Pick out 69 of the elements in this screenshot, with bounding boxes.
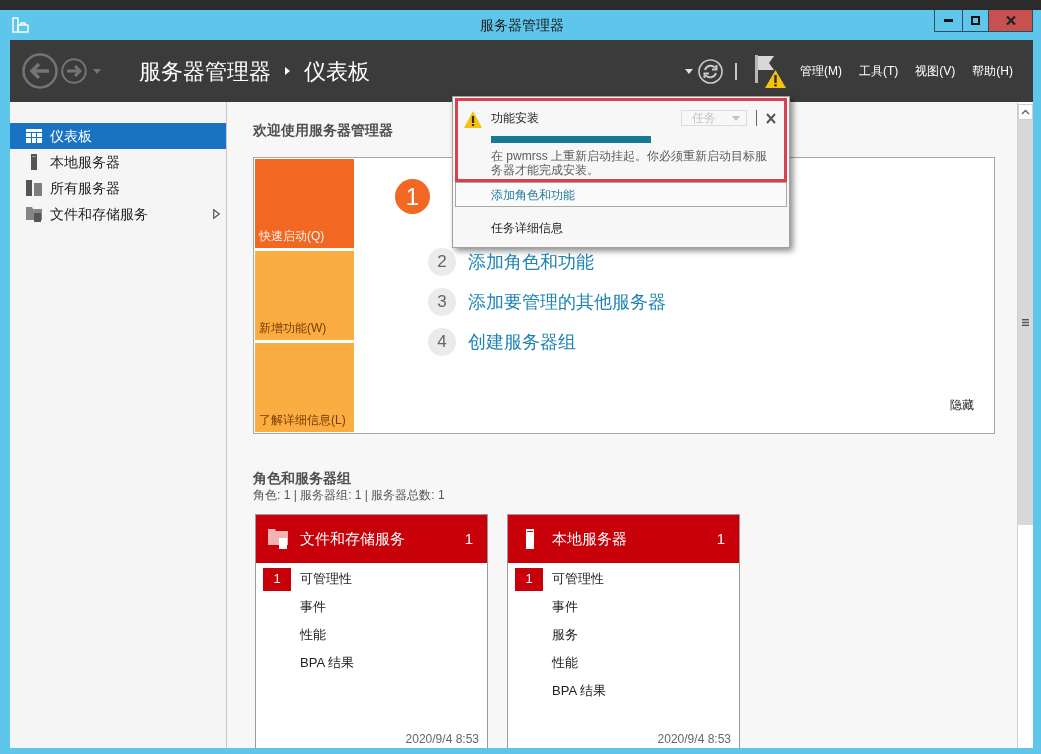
folder-document-icon xyxy=(26,206,42,222)
scrollbar-thumb[interactable] xyxy=(1018,120,1033,525)
breadcrumb-item[interactable]: 仪表板 xyxy=(304,54,370,88)
grip-icon xyxy=(1022,319,1029,326)
sidebar-item[interactable]: 本地服务器 xyxy=(10,149,226,175)
card-item-link[interactable]: 可管理性 xyxy=(552,569,604,589)
alert-count-badge: 1 xyxy=(515,567,543,591)
roles-summary: 角色: 1 | 服务器组: 1 | 服务器总数: 1 xyxy=(253,487,445,503)
sidebar-item[interactable]: 仪表板 xyxy=(10,123,226,149)
warning-icon xyxy=(464,111,482,128)
step-number: 4 xyxy=(428,328,456,356)
close-button[interactable] xyxy=(989,10,1032,31)
sidebar-item[interactable]: 所有服务器 xyxy=(10,175,226,201)
card-item-link[interactable]: 性能 xyxy=(552,653,578,673)
servers-icon xyxy=(26,180,42,196)
breadcrumb-arrow-icon xyxy=(285,67,290,75)
step-number: 2 xyxy=(428,248,456,276)
card-item-link[interactable]: 可管理性 xyxy=(300,569,352,589)
notification-title: 功能安装 xyxy=(491,110,539,127)
menu-item[interactable]: 管理(M) xyxy=(800,62,842,80)
breadcrumb-item[interactable]: 服务器管理器 xyxy=(139,54,271,88)
card-item-link[interactable]: BPA 结果 xyxy=(300,653,354,673)
history-caret-icon[interactable] xyxy=(93,68,101,74)
popup-link[interactable]: 添加角色和功能 xyxy=(455,182,787,207)
card-item-link[interactable]: BPA 结果 xyxy=(552,681,606,701)
step-number: 3 xyxy=(428,288,456,316)
expand-arrow-icon[interactable] xyxy=(213,209,220,219)
step-link[interactable]: 添加角色和功能 xyxy=(468,252,594,272)
dashboard-grid-icon xyxy=(26,129,42,143)
app-icon xyxy=(12,16,29,34)
welcome-tile[interactable]: 了解详细信息(L) xyxy=(255,343,354,432)
step-link[interactable]: 创建服务器组 xyxy=(468,332,576,352)
section-title: 欢迎使用服务器管理器 xyxy=(253,121,393,140)
window-title: 服务器管理器 xyxy=(479,15,564,35)
close-icon[interactable] xyxy=(766,112,776,124)
server-icon xyxy=(31,154,37,170)
timestamp: 2020/9/4 8:53 xyxy=(657,731,731,747)
minimize-icon xyxy=(944,19,953,22)
caret-icon xyxy=(732,115,740,121)
menu-item[interactable]: 工具(T) xyxy=(859,62,899,80)
alert-count-badge: 1 xyxy=(263,567,291,591)
role-card[interactable]: 本地服务器 1 1 可管理性 事件 服务 性能 BPA 结果 2020/9/4 8:53 xyxy=(507,514,740,748)
menu-item[interactable]: 视图(V) xyxy=(915,62,956,80)
section-title: 角色和服务器组 xyxy=(253,469,351,487)
card-item-link[interactable]: 性能 xyxy=(300,625,326,645)
hide-link[interactable]: 隐藏 xyxy=(950,397,974,413)
maximize-icon xyxy=(971,16,980,25)
flag-icon[interactable] xyxy=(755,54,775,83)
card-item-link[interactable]: 服务 xyxy=(552,625,578,645)
refresh-caret-icon[interactable] xyxy=(685,68,693,74)
step-number: 1 xyxy=(395,179,430,214)
role-card[interactable]: 文件和存储服务 1 1 可管理性 事件 性能 BPA 结果 2020/9/4 8:53 xyxy=(255,514,488,748)
card-count: 1 xyxy=(716,528,725,549)
popup-link[interactable]: 任务详细信息 xyxy=(455,217,787,239)
welcome-tile[interactable]: 新增功能(W) xyxy=(255,251,354,340)
close-icon xyxy=(1005,16,1016,25)
refresh-icon[interactable] xyxy=(698,58,723,84)
card-title: 文件和存储服务 xyxy=(300,528,405,549)
card-count: 1 xyxy=(464,528,473,549)
notification-message: 在 pwmrss 上重新启动挂起。你必须重新启动目标服务器才能完成安装。 xyxy=(491,149,768,177)
sidebar-item[interactable]: 文件和存储服务 xyxy=(10,201,226,227)
card-title: 本地服务器 xyxy=(552,528,627,549)
menu-item[interactable]: 帮助(H) xyxy=(972,62,1013,80)
server-icon xyxy=(526,529,534,549)
folder-document-icon xyxy=(268,529,288,549)
timestamp: 2020/9/4 8:53 xyxy=(405,731,479,747)
card-item-link[interactable]: 事件 xyxy=(552,597,578,617)
step-link[interactable]: 添加要管理的其他服务器 xyxy=(468,292,666,312)
card-item-link[interactable]: 事件 xyxy=(300,597,326,617)
